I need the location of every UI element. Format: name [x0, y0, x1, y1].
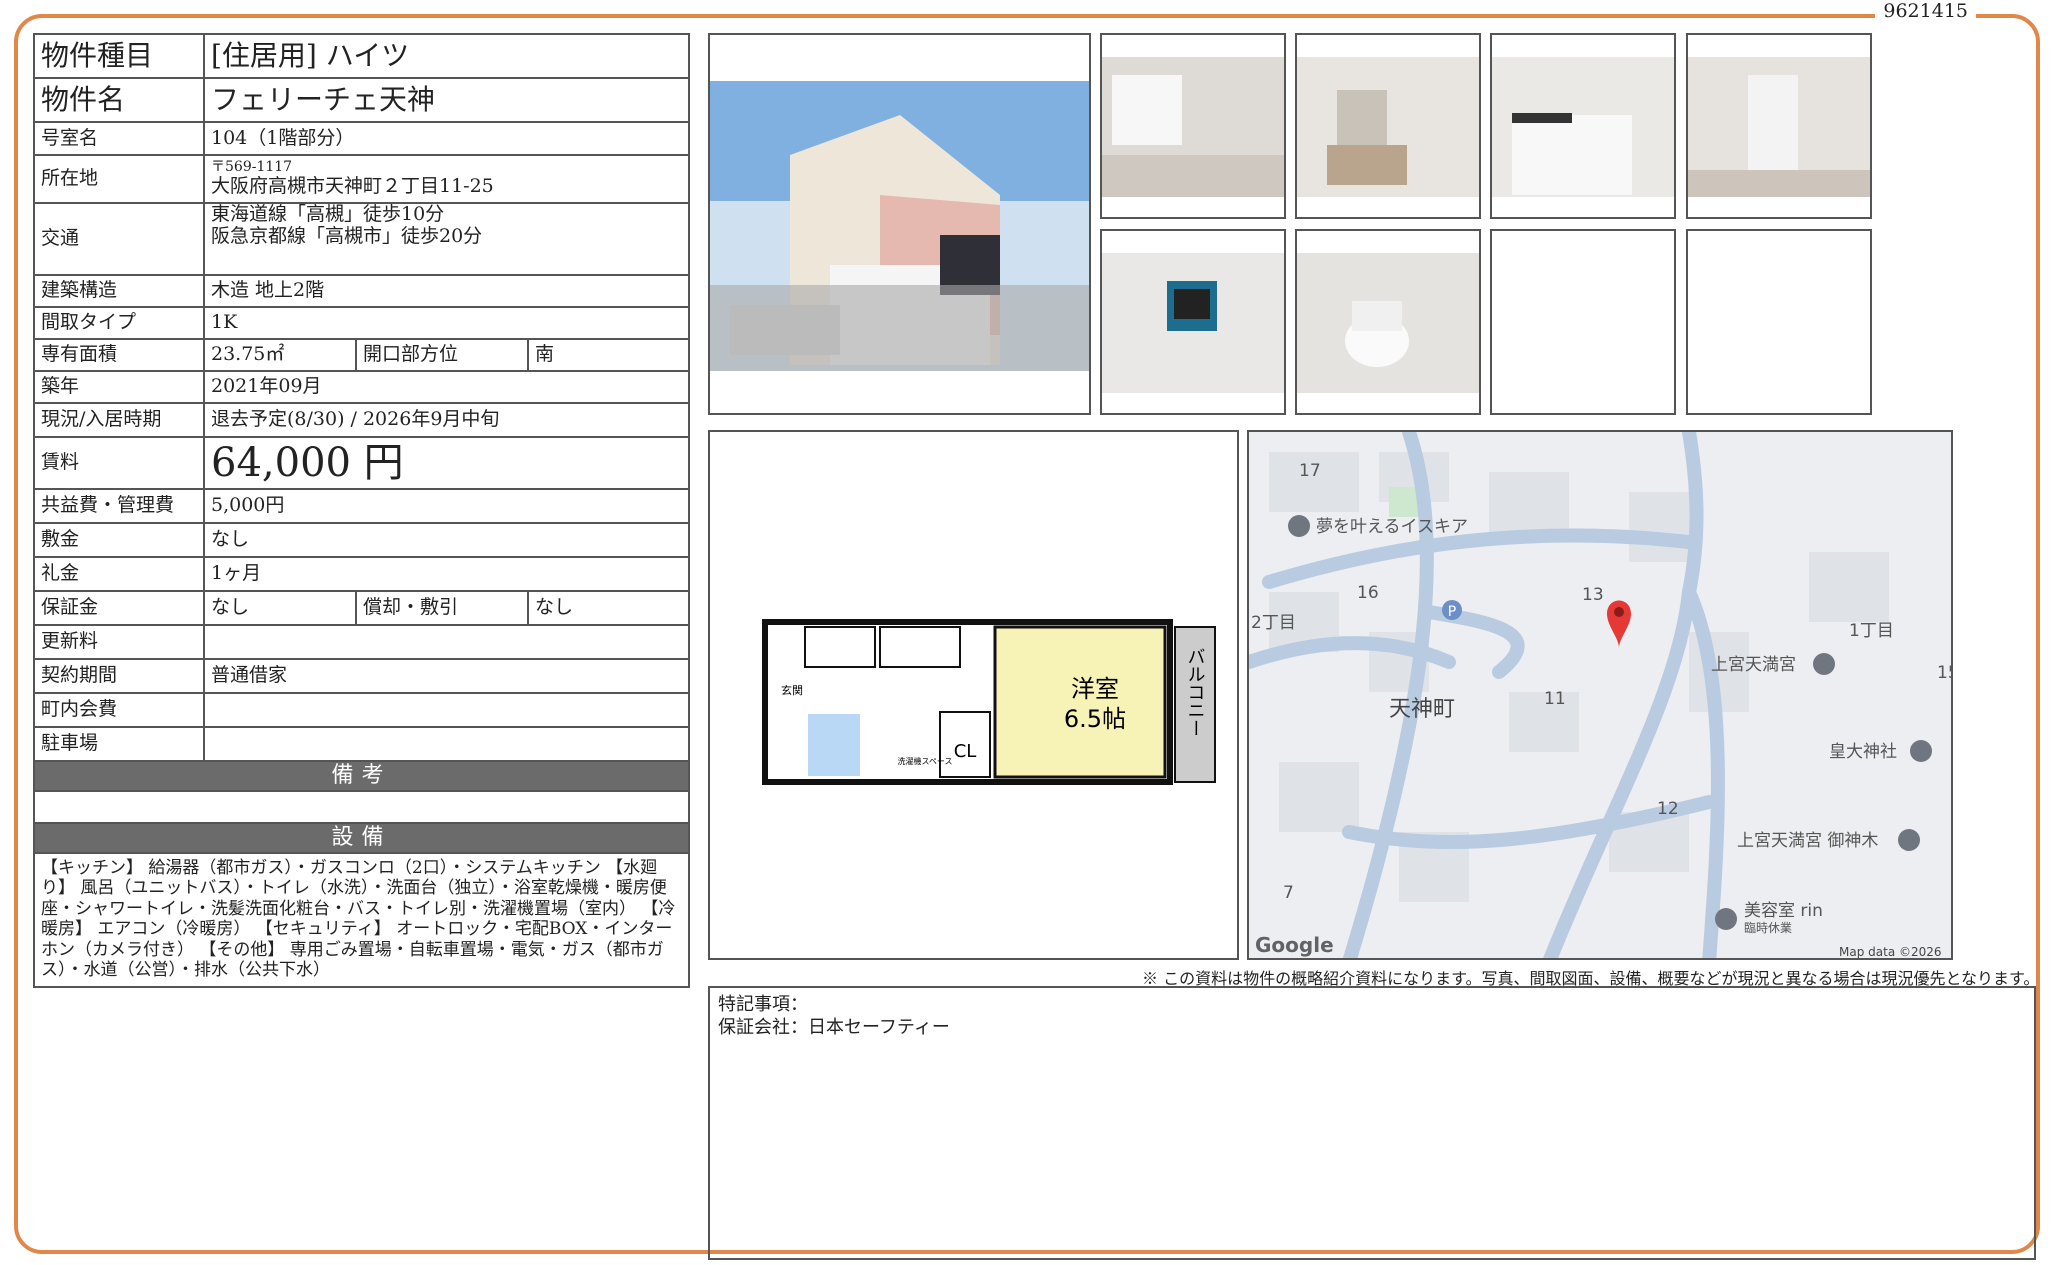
rent-label: 賃料 — [33, 436, 205, 490]
poi-shrine-1[interactable]: 上宮天満宮 — [1711, 655, 1796, 675]
renewal-value — [203, 624, 690, 660]
room-value: 104（1階部分） — [203, 121, 690, 156]
laundry-label: 洗濯機スペース — [897, 756, 952, 766]
transit-line-2: 阪急京都線「高槻市」徒歩20分 — [211, 224, 483, 247]
layout-label: 間取タイプ — [33, 306, 205, 340]
facing-label: 開口部方位 — [355, 338, 529, 372]
address-value: 大阪府高槻市天神町２丁目11-25 — [211, 174, 494, 197]
document-id: 9621415 — [1875, 0, 1976, 22]
structure-label: 建築構造 — [33, 274, 205, 308]
parking-value — [203, 726, 690, 762]
photo-slot-empty-1 — [1490, 229, 1676, 415]
fee-value: 5,000円 — [203, 488, 690, 524]
google-logo: Google — [1255, 933, 1334, 957]
room-size: 6.5帖 — [1064, 705, 1126, 733]
renewal-label: 更新料 — [33, 624, 205, 660]
name-value: フェリーチェ天神 — [203, 77, 690, 123]
equipment-heading: 設備 — [33, 822, 690, 854]
map-label-17: 17 — [1299, 461, 1321, 481]
poi-school[interactable]: 夢を叶えるイスキア — [1316, 517, 1468, 537]
entrance-label: 玄関 — [781, 683, 803, 697]
address-cell: 〒569-1117 大阪府高槻市天神町２丁目11-25 — [203, 154, 690, 204]
map-label-1chome: 1丁目 — [1849, 621, 1894, 641]
poi-salon[interactable]: 美容室 rin — [1744, 901, 1823, 921]
closet-label: CL — [954, 741, 977, 762]
address-label: 所在地 — [33, 154, 205, 204]
status-label: 現況/入居時期 — [33, 402, 205, 438]
guarantee-label: 保証金 — [33, 590, 205, 626]
remarks-value — [33, 790, 690, 824]
guarantor-company: 保証会社：日本セーフティー — [718, 1016, 950, 1038]
map-label-13: 13 — [1582, 585, 1604, 605]
deposit-value: なし — [203, 522, 690, 558]
poi-shrine-2[interactable]: 皇大神社 — [1829, 742, 1897, 762]
guarantee-value: なし — [203, 590, 357, 626]
room-photo-3[interactable] — [1490, 33, 1676, 219]
poi-salon-status: 臨時休業 — [1744, 921, 1792, 935]
keymoney-label: 礼金 — [33, 556, 205, 592]
contract-value: 普通借家 — [203, 658, 690, 694]
structure-value: 木造 地上2階 — [203, 274, 690, 308]
special-notes-heading: 特記事項： — [718, 994, 808, 1015]
transit-line-1: 東海道線「高槻」徒歩10分 — [211, 203, 445, 225]
room-name: 洋室 — [1071, 675, 1119, 703]
transit-label: 交通 — [33, 202, 205, 276]
room-photo-4[interactable] — [1686, 33, 1872, 219]
status-value: 退去予定(8/30) / 2026年9月中旬 — [203, 402, 690, 438]
map[interactable]: P 17 16 13 11 12 7 1丁目 2丁目 15 天神町 夢を叶えるイ… — [1247, 430, 1953, 960]
area-value: 23.75㎡ — [203, 338, 357, 372]
contract-label: 契約期間 — [33, 658, 205, 694]
room-photo-6[interactable] — [1295, 229, 1481, 415]
town-name: 天神町 — [1389, 697, 1455, 722]
amort-label: 償却・敷引 — [355, 590, 529, 626]
map-label-11: 11 — [1544, 689, 1566, 709]
facing-value: 南 — [527, 338, 690, 372]
community-value — [203, 692, 690, 728]
equipment-text: 【キッチン】 給湯器（都市ガス）・ガスコンロ（2口）・システムキッチン 【水廻り… — [33, 852, 690, 988]
balcony-label: バルコニー — [1185, 647, 1206, 737]
postal-code: 〒569-1117 — [211, 159, 293, 176]
map-label-12: 12 — [1657, 799, 1679, 819]
photo-slot-empty-2 — [1686, 229, 1872, 415]
built-label: 築年 — [33, 370, 205, 404]
map-label-2chome: 2丁目 — [1251, 613, 1296, 633]
deposit-label: 敷金 — [33, 522, 205, 558]
parking-marker[interactable]: P — [1448, 604, 1456, 620]
community-label: 町内会費 — [33, 692, 205, 728]
built-value: 2021年09月 — [203, 370, 690, 404]
poi-shrine-3[interactable]: 上宮天満宮 御神木 — [1737, 831, 1878, 851]
map-label-15: 15 — [1937, 663, 1953, 683]
name-label: 物件名 — [33, 77, 205, 123]
keymoney-value: 1ヶ月 — [203, 556, 690, 592]
type-label: 物件種目 — [33, 33, 205, 79]
room-label: 号室名 — [33, 121, 205, 156]
remarks-heading: 備考 — [33, 760, 690, 792]
room-photo-1[interactable] — [1100, 33, 1286, 219]
transit-cell: 東海道線「高槻」徒歩10分 阪急京都線「高槻市」徒歩20分 — [203, 202, 690, 276]
area-label: 専有面積 — [33, 338, 205, 372]
room-photo-5[interactable] — [1100, 229, 1286, 415]
rent-value: 64,000 円 — [203, 436, 690, 490]
special-notes: 特記事項： 保証会社：日本セーフティー — [708, 986, 2036, 1260]
room-photo-2[interactable] — [1295, 33, 1481, 219]
fee-label: 共益費・管理費 — [33, 488, 205, 524]
parking-label: 駐車場 — [33, 726, 205, 762]
map-label-7: 7 — [1283, 883, 1294, 903]
amort-value: なし — [527, 590, 690, 626]
exterior-photo[interactable] — [708, 33, 1091, 415]
map-label-16: 16 — [1357, 583, 1379, 603]
type-value: [住居用] ハイツ — [203, 33, 690, 79]
property-info-table: 物件種目 [住居用] ハイツ 物件名 フェリーチェ天神 号室名 104（1階部分… — [33, 33, 690, 988]
layout-value: 1K — [203, 306, 690, 340]
map-attribution: Map data ©2026 — [1839, 945, 1942, 959]
floor-plan: 洋室 6.5帖 CL 玄関 洗濯機スペース バルコニー — [708, 430, 1239, 960]
